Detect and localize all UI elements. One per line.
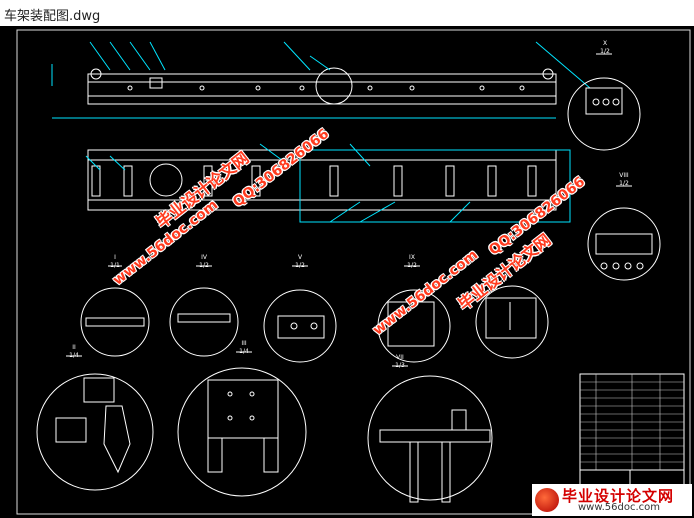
detail-view-i — [80, 287, 150, 357]
view-label-iii: III 1/4 — [239, 340, 249, 355]
view-label-ii: II 1/4 — [69, 344, 79, 359]
cad-drawing-canvas[interactable]: X 1/2 VIII 1/2 I 1/1 IV 1/2 V 1/2 IX 1/2 II 1/4… — [0, 26, 694, 518]
window-titlebar: 车架装配图.dwg — [0, 0, 694, 26]
detail-circle-side — [315, 67, 353, 105]
detail-view-vii — [367, 375, 493, 501]
view-label-vii: VII 1/3 — [395, 354, 405, 369]
window-title: 车架装配图.dwg — [4, 9, 101, 24]
site-logo: 毕业设计论文网 www.56doc.com — [532, 484, 692, 516]
cad-drawing — [16, 29, 691, 515]
view-label-viii: VIII 1/2 — [619, 172, 629, 187]
logo-mark-icon — [535, 488, 559, 512]
detail-view-v — [263, 289, 337, 363]
view-label-iv: IV 1/2 — [199, 254, 209, 269]
view-label-ix: IX 1/2 — [407, 254, 417, 269]
logo-url: www.56doc.com — [578, 502, 661, 513]
detail-view-iii — [177, 367, 307, 497]
detail-view-ii — [36, 373, 154, 491]
view-label-v: V 1/2 — [295, 254, 305, 269]
view-label-x: X 1/2 — [600, 40, 610, 55]
detail-view-viii — [587, 207, 661, 281]
plan-frame-view — [87, 149, 557, 211]
